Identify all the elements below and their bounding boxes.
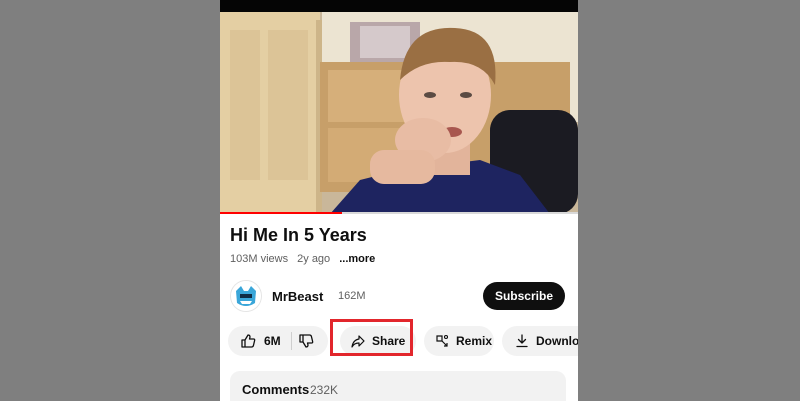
view-count: 103M views xyxy=(230,253,289,265)
more-link[interactable]: ...more xyxy=(339,253,375,265)
like-button[interactable]: 6M xyxy=(240,333,281,349)
channel-name[interactable]: MrBeast xyxy=(272,289,323,304)
like-divider xyxy=(290,332,292,350)
comments-count: 232K xyxy=(310,383,339,397)
dislike-button[interactable] xyxy=(298,333,314,349)
like-dislike-group: 6M xyxy=(228,326,328,356)
share-highlight-box xyxy=(330,319,413,356)
mrbeast-logo-icon xyxy=(231,281,261,311)
remix-icon xyxy=(436,334,449,347)
progress-bar-fill xyxy=(220,212,342,214)
download-label: Download xyxy=(536,334,578,348)
video-player[interactable] xyxy=(220,0,578,214)
video-frame-image xyxy=(220,0,578,214)
channel-avatar[interactable] xyxy=(230,280,262,312)
video-title: Hi Me In 5 Years xyxy=(230,225,367,245)
thumbs-down-icon xyxy=(299,334,314,348)
video-meta[interactable]: 103M views 2y ago ...more xyxy=(230,253,381,265)
remix-button[interactable]: Remix xyxy=(424,326,494,356)
remix-label: Remix xyxy=(456,334,493,348)
download-icon xyxy=(516,334,528,348)
subscribe-button[interactable]: Subscribe xyxy=(482,282,565,310)
download-button[interactable]: Download xyxy=(502,326,578,356)
upload-age: 2y ago xyxy=(297,253,331,265)
comments-header: Comments xyxy=(242,382,310,397)
like-count: 6M xyxy=(264,334,281,348)
progress-bar[interactable] xyxy=(220,212,578,214)
thumbs-up-icon xyxy=(241,334,256,348)
channel-row: MrBeast 162M Subscribe xyxy=(230,280,570,314)
comments-panel[interactable]: Comments 232K xyxy=(230,371,566,401)
subscriber-count: 162M xyxy=(338,290,366,302)
